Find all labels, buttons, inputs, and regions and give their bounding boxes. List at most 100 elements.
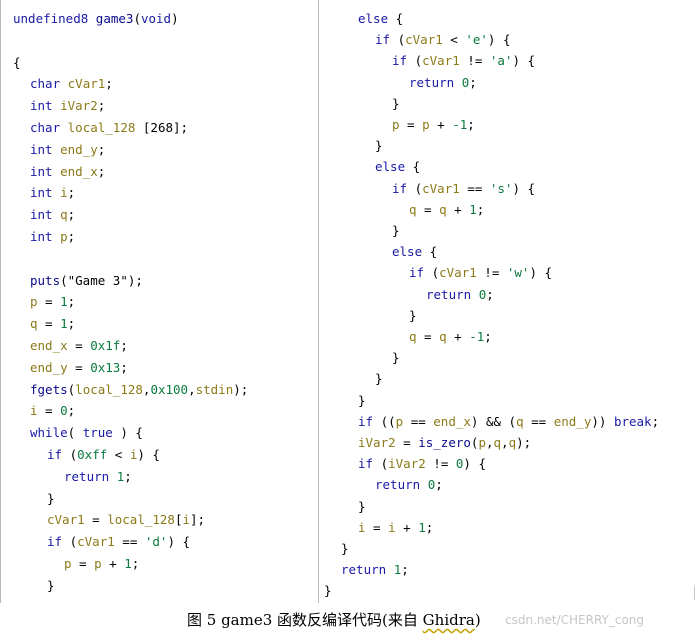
code-line: undefined8 game3(void) xyxy=(13,8,179,30)
code-token: + xyxy=(446,329,470,344)
code-token: 1 xyxy=(60,294,68,310)
code-token: = xyxy=(84,512,108,528)
code-token: break xyxy=(613,413,652,429)
code-line: cVar1 = local_128[i]; xyxy=(47,509,205,531)
code-token: int xyxy=(30,229,53,244)
code-token: < xyxy=(107,447,130,462)
code-token: ; xyxy=(425,519,434,535)
figure-root: undefined8 game3(void){char cVar1; int iV… xyxy=(0,0,697,639)
code-token: return xyxy=(409,74,455,90)
code-line: fgets(local_128,0x100,stdin); xyxy=(30,379,248,401)
code-token: ("Game 3"); xyxy=(60,272,143,288)
code-line: } xyxy=(392,220,400,242)
code-line: end_x = 0x1f; xyxy=(30,335,128,357)
code-token: ( xyxy=(373,456,389,472)
code-token: ) { xyxy=(463,456,486,472)
code-line: char cVar1; xyxy=(30,73,113,95)
code-token: if xyxy=(392,180,408,196)
code-token: ; xyxy=(484,329,492,344)
code-token: { xyxy=(422,244,438,260)
code-line: char local_128 [268]; xyxy=(30,117,188,139)
code-line: p = p + -1; xyxy=(392,114,475,136)
code-token: ; xyxy=(435,477,443,493)
code-token: if xyxy=(375,32,391,48)
code-token: ) { xyxy=(487,32,511,48)
code-token: q xyxy=(508,435,517,450)
code-token: 1 xyxy=(124,556,132,571)
code-token: { xyxy=(13,54,21,70)
code-token: ) { xyxy=(512,53,536,69)
code-line: int end_y; xyxy=(30,139,105,161)
code-token: q xyxy=(409,329,417,344)
code-line: if (cVar1 == 'd') { xyxy=(47,531,190,553)
code-token: = xyxy=(395,435,419,450)
code-token: is_zero xyxy=(418,435,471,450)
code-token: } xyxy=(358,392,366,408)
code-token: ( xyxy=(62,447,78,462)
code-line: i = 0; xyxy=(30,400,75,422)
code-token: 0 xyxy=(60,403,68,419)
code-token: i xyxy=(182,512,191,528)
code-token: ]; xyxy=(190,512,206,528)
code-line: return 0; xyxy=(409,72,477,94)
code-token: = xyxy=(37,403,61,419)
code-line: int i; xyxy=(30,182,75,204)
code-token: p xyxy=(64,556,72,571)
code-token: ) { xyxy=(137,447,160,462)
code-token: game3 xyxy=(95,11,134,26)
code-line: if (cVar1 == 's') { xyxy=(392,178,535,200)
code-token: 's' xyxy=(489,180,513,196)
code-token: + xyxy=(446,201,470,217)
code-token: return xyxy=(64,468,110,484)
code-token: ) { xyxy=(529,265,553,281)
figure-caption: 图 5 game3 函数反编译代码(来自 Ghidra) xyxy=(187,608,481,632)
code-token: i xyxy=(60,185,68,201)
code-token: return xyxy=(426,286,472,302)
code-token: { xyxy=(405,159,421,175)
code-token: 0x13 xyxy=(90,359,121,375)
code-token: = xyxy=(399,117,423,132)
code-token: ; xyxy=(131,556,140,571)
code-token: true xyxy=(82,425,113,441)
code-line: int end_x; xyxy=(30,161,105,183)
code-token: , xyxy=(188,381,196,397)
code-token: = xyxy=(67,359,91,375)
code-token: cVar1 xyxy=(67,76,106,92)
code-token: (( xyxy=(373,413,396,429)
code-token: cVar1 xyxy=(77,534,115,550)
code-token: p xyxy=(392,117,400,132)
code-token: = xyxy=(71,556,95,571)
code-token: ; xyxy=(97,141,106,157)
code-token: end_x xyxy=(30,338,68,353)
code-line: q = q + -1; xyxy=(409,326,492,348)
code-line: q = 1; xyxy=(30,313,75,335)
code-token: } xyxy=(324,583,332,599)
code-token: if xyxy=(358,413,374,429)
code-token: [268]; xyxy=(135,120,189,135)
code-token: ; xyxy=(67,294,76,310)
scroll-edge-mark xyxy=(694,586,695,600)
code-token: ( xyxy=(407,53,423,69)
code-token: local_128 xyxy=(67,120,136,135)
code-token: ( xyxy=(424,265,440,281)
code-token: ) && ( xyxy=(470,413,517,429)
code-token: { xyxy=(388,11,404,26)
code-line: p = p + 1; xyxy=(64,553,139,575)
code-line: q = q + 1; xyxy=(409,199,484,221)
code-token: else xyxy=(375,159,406,175)
code-token: while xyxy=(30,425,68,441)
code-line: if (0xff < i) { xyxy=(47,444,160,466)
code-token: 'e' xyxy=(465,32,488,48)
code-token: ; xyxy=(120,338,128,353)
code-line: return 0; xyxy=(426,284,494,306)
code-token: int xyxy=(30,185,53,201)
code-token: q xyxy=(60,207,68,223)
code-token: ; xyxy=(651,413,660,429)
code-line: p = 1; xyxy=(30,291,75,313)
code-token: ( xyxy=(390,32,406,48)
